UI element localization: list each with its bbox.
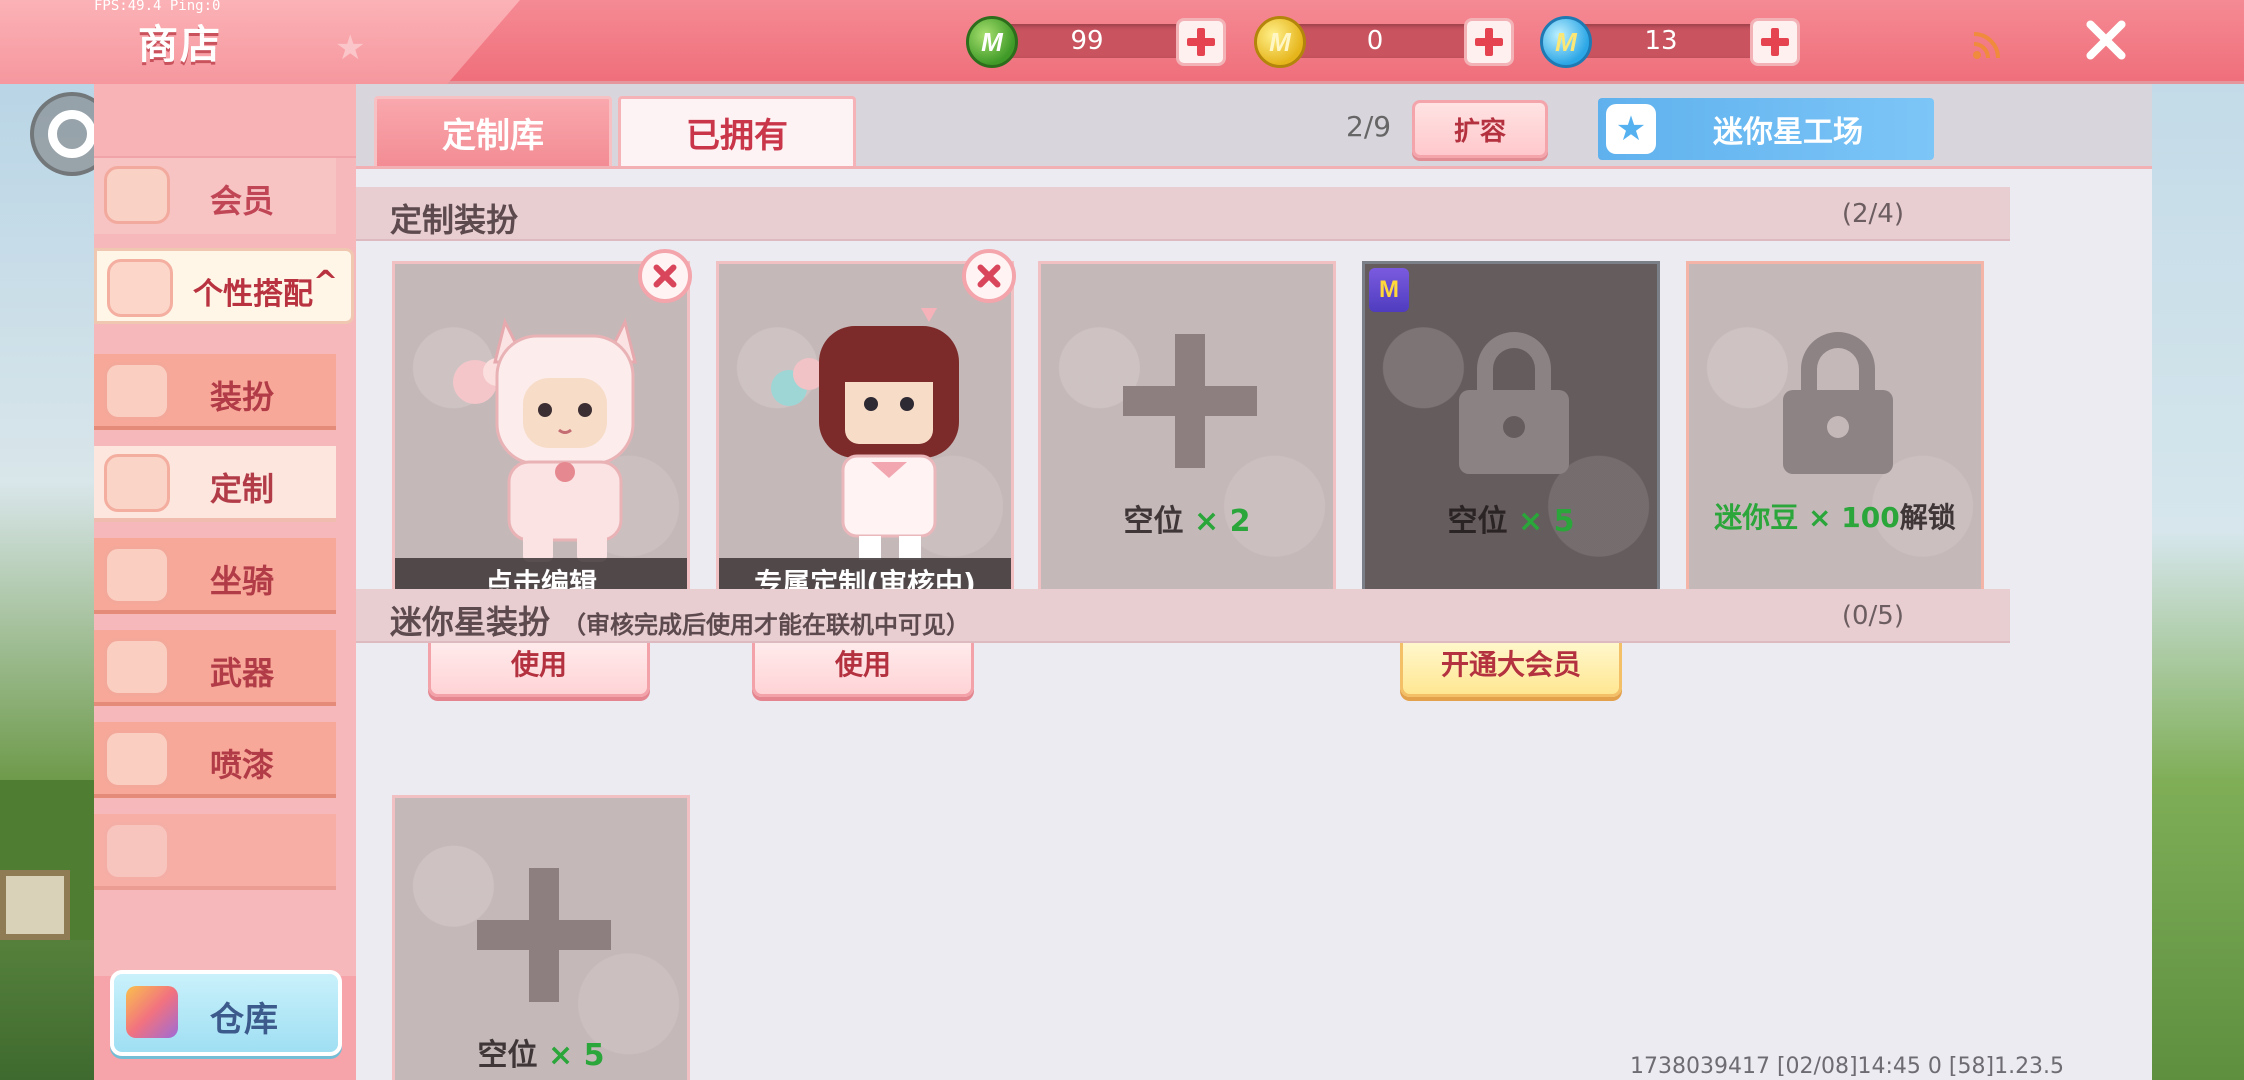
- sidebar-item-label: 个性搭配: [193, 277, 313, 312]
- empty-slot-text: 空位 × 2: [1123, 504, 1251, 539]
- sidebar-item-style[interactable]: 个性搭配 ^: [94, 248, 354, 324]
- currency-value-gold: 0: [1366, 26, 1384, 56]
- cat-costume-character: [453, 317, 637, 562]
- lock-icon: [1783, 332, 1893, 474]
- empty-slot-text: 空位 × 5: [477, 1038, 605, 1073]
- sidebar-item-customize[interactable]: 定制: [94, 446, 336, 522]
- factory-label: 迷你星工场: [1713, 115, 1863, 150]
- more-icon: [104, 822, 170, 880]
- warehouse-label: 仓库: [210, 1000, 278, 1040]
- custom-slot-1[interactable]: 点击编辑: [392, 261, 690, 613]
- sidebar-list: 会员 个性搭配 ^ 装扮 定制 坐骑 武器 喷漆: [94, 158, 356, 976]
- panel-body: 定制装扮 (2/4) 点击编辑 使用 专属定制(审核中) 使用 空位 × 2 M…: [356, 166, 2152, 1080]
- star-section-header: 迷你星装扮 （审核完成后使用才能在联机中可见） (0/5): [356, 589, 2010, 643]
- section-count: (0/5): [1841, 601, 1904, 631]
- custom-section-header: 定制装扮 (2/4): [356, 187, 2010, 241]
- top-bar: FPS:49.4 Ping:0 商店 ★ 99 M 0 M 13 M: [0, 0, 2244, 84]
- capacity-count: 2/9: [1346, 110, 1392, 143]
- sidebar-item-mount[interactable]: 坐骑: [94, 538, 336, 614]
- tab-custom-library[interactable]: 定制库: [374, 96, 612, 166]
- custom-slot-4-locked: M 空位 × 5: [1362, 261, 1660, 613]
- add-blue-currency-button[interactable]: [1750, 18, 1800, 66]
- add-icon: [1123, 334, 1257, 468]
- close-icon[interactable]: [2082, 14, 2130, 66]
- mount-icon: [104, 546, 170, 604]
- star-icon: ★: [1606, 104, 1656, 154]
- style-icon: [107, 259, 173, 317]
- weapon-icon: [104, 638, 170, 696]
- sidebar-item-label: 武器: [210, 654, 275, 692]
- gold-mini-coin-icon: M: [1254, 16, 1306, 68]
- green-mini-coin-icon: M: [966, 16, 1018, 68]
- empty-slot-text: 空位 × 5: [1447, 504, 1575, 539]
- footer-info: 1738039417 [02/08]14:45 0 [58]1.23.5: [1630, 1054, 2065, 1079]
- sidebar-item-outfit[interactable]: 装扮: [94, 354, 336, 430]
- add-gold-currency-button[interactable]: [1464, 18, 1514, 66]
- sidebar-item-label: 会员: [210, 182, 275, 220]
- currency-value-blue: 13: [1644, 26, 1678, 56]
- add-icon: [477, 868, 611, 1002]
- sidebar-item-weapon[interactable]: 武器: [94, 630, 336, 706]
- background-scenery-right: [2148, 84, 2244, 1080]
- background-sign-block: [0, 870, 70, 940]
- vip-badge-icon: M: [1369, 268, 1409, 312]
- star-decoration-icon: ★: [335, 28, 366, 68]
- chevron-up-icon: ^: [313, 265, 339, 300]
- main-panel: 定制库 已拥有 2/9 扩容 ★ 迷你星工场 定制装扮 (2/4) 点击编辑 使…: [356, 84, 2152, 1080]
- vip-icon: [104, 166, 170, 224]
- custom-slot-3-empty[interactable]: 空位 × 2: [1038, 261, 1336, 613]
- unlock-slot-text: 迷你豆 × 100解锁: [1714, 501, 1956, 534]
- sidebar-item-vip[interactable]: 会员: [94, 158, 336, 234]
- star-slot-1-empty[interactable]: 空位 × 5: [392, 795, 690, 1080]
- warehouse-button[interactable]: 仓库: [110, 970, 342, 1056]
- add-green-currency-button[interactable]: [1176, 18, 1226, 66]
- sidebar-item-label: 喷漆: [210, 746, 275, 784]
- page-title: 商店: [138, 22, 222, 68]
- section-title: 迷你星装扮 （审核完成后使用才能在联机中可见）: [390, 603, 971, 641]
- sidebar-header: [94, 84, 356, 158]
- title-tab: [0, 0, 520, 84]
- spray-icon: [104, 730, 170, 788]
- section-count: (2/4): [1841, 199, 1904, 229]
- expand-capacity-button[interactable]: 扩容: [1412, 100, 1548, 158]
- custom-slot-5-locked[interactable]: 迷你豆 × 100解锁: [1686, 261, 1984, 613]
- custom-slot-2[interactable]: 专属定制(审核中): [716, 261, 1014, 613]
- mini-star-factory-button[interactable]: ★ 迷你星工场: [1598, 98, 1934, 160]
- sidebar-item-spray[interactable]: 喷漆: [94, 722, 336, 798]
- sidebar-item-label: 装扮: [210, 378, 275, 416]
- section-note: （审核完成后使用才能在联机中可见）: [562, 611, 971, 639]
- blue-mini-coin-icon: M: [1540, 16, 1592, 68]
- sidebar-item-label: 定制: [210, 470, 275, 508]
- shirt-icon: [104, 362, 170, 420]
- sidebar-item-label: 坐骑: [210, 562, 275, 600]
- warehouse-icon: [126, 986, 178, 1038]
- sidebar: 会员 个性搭配 ^ 装扮 定制 坐骑 武器 喷漆 仓库: [94, 84, 356, 1080]
- tab-owned[interactable]: 已拥有: [618, 96, 856, 166]
- delete-slot-1-button[interactable]: [638, 249, 692, 303]
- customize-icon: [104, 454, 170, 512]
- currency-value-green: 99: [1070, 26, 1104, 56]
- delete-slot-2-button[interactable]: [962, 249, 1016, 303]
- rss-icon[interactable]: [1972, 30, 2002, 60]
- sidebar-item-partial[interactable]: [94, 814, 336, 890]
- lock-icon: [1459, 332, 1569, 474]
- girl-character: [771, 308, 959, 560]
- section-title: 定制装扮: [390, 201, 519, 239]
